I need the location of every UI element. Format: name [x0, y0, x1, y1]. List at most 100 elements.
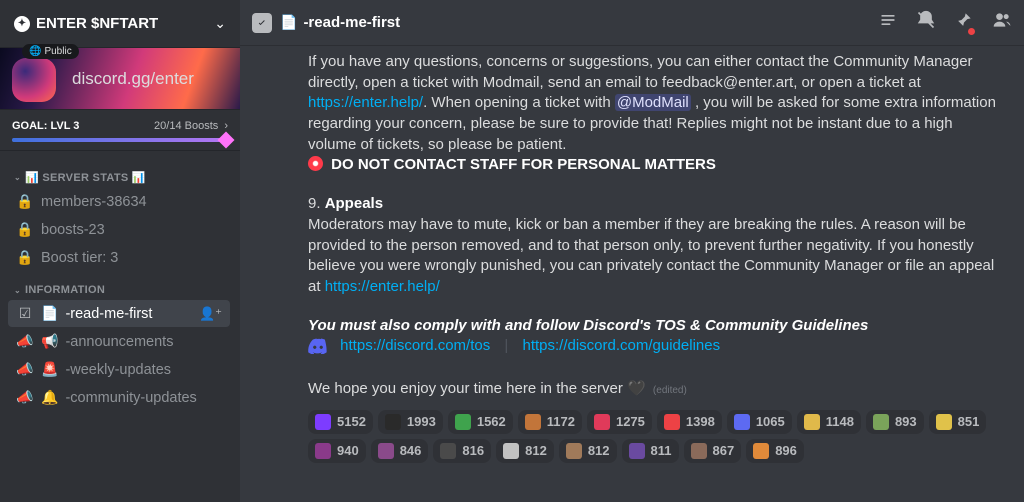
reaction-pill[interactable]: 940	[308, 439, 366, 463]
reaction-pill[interactable]: 812	[496, 439, 554, 463]
modmail-mention[interactable]: @ModMail	[615, 94, 691, 111]
closing-text: We hope you enjoy your time here in the …	[308, 380, 627, 397]
reaction-emoji-icon	[315, 414, 331, 430]
reaction-emoji-icon	[594, 414, 610, 430]
reaction-emoji-icon	[734, 414, 750, 430]
no-contact-warning: DO NOT CONTACT STAFF FOR PERSONAL MATTER…	[331, 156, 716, 173]
category-information[interactable]: ⌄ INFORMATION	[0, 272, 236, 299]
reaction-emoji-icon	[525, 414, 541, 430]
megaphone-icon: 📣	[16, 389, 34, 406]
member-list-icon[interactable]	[992, 10, 1012, 35]
reaction-emoji-icon	[385, 414, 401, 430]
channel-topbar: 📄 -read-me-first	[240, 0, 1024, 46]
reaction-count: 1398	[686, 413, 715, 431]
server-sidebar: ✦ ENTER $NFTART ⌄ 🌐 Public discord.gg/en…	[0, 0, 240, 502]
lock-icon: 🔒	[16, 249, 34, 266]
server-header[interactable]: ✦ ENTER $NFTART ⌄	[0, 0, 240, 48]
channel-weekly-updates[interactable]: 📣 🚨 -weekly-updates	[8, 356, 230, 383]
reaction-pill[interactable]: 5152	[308, 410, 373, 434]
reaction-count: 1065	[756, 413, 785, 431]
collapse-arrow-icon: ⌄	[14, 173, 21, 182]
reaction-pill[interactable]: 1172	[518, 410, 582, 434]
reaction-pill[interactable]: 867	[684, 439, 742, 463]
boost-goal[interactable]: GOAL: LVL 3 20/14 Boosts ›	[0, 110, 240, 151]
announce-emoji-icon: 📢	[41, 333, 58, 350]
message-content: If you have any questions, concerns or s…	[240, 46, 1024, 502]
reaction-count: 940	[337, 442, 359, 460]
reaction-count: 811	[651, 442, 672, 460]
channel-list: ⌄ 📊 SERVER STATS 📊 🔒 members-38634 🔒 boo…	[0, 151, 240, 502]
help-link[interactable]: https://enter.help/	[308, 94, 423, 111]
chevron-down-icon: ⌄	[214, 15, 226, 32]
reaction-pill[interactable]: 1148	[797, 410, 861, 434]
threads-icon[interactable]	[878, 10, 898, 35]
channel-boost-tier[interactable]: 🔒 Boost tier: 3	[8, 244, 230, 271]
reaction-count: 851	[958, 413, 980, 431]
reaction-pill[interactable]: 851	[929, 410, 987, 434]
reaction-count: 867	[713, 442, 735, 460]
reaction-count: 1993	[407, 413, 436, 431]
category-server-stats[interactable]: ⌄ 📊 SERVER STATS 📊	[0, 159, 236, 187]
channel-boosts[interactable]: 🔒 boosts-23	[8, 216, 230, 243]
bell-emoji-icon: 🔔	[41, 389, 58, 406]
reaction-count: 812	[525, 442, 547, 460]
rules-channel-icon	[252, 13, 272, 33]
reaction-emoji-icon	[629, 443, 645, 459]
reaction-pill[interactable]: 1065	[727, 410, 792, 434]
lock-icon: 🔒	[16, 193, 34, 210]
pinned-messages-icon[interactable]	[954, 10, 974, 35]
reaction-emoji-icon	[503, 443, 519, 459]
separator: |	[504, 337, 508, 354]
boost-diamond-icon	[218, 132, 235, 149]
megaphone-icon: 📣	[16, 361, 34, 378]
invite-url: discord.gg/enter	[72, 69, 194, 89]
reaction-pill[interactable]: 893	[866, 410, 924, 434]
reaction-pill[interactable]: 812	[559, 439, 617, 463]
collapse-arrow-icon: ⌄	[14, 286, 21, 295]
tos-link[interactable]: https://discord.com/tos	[340, 337, 490, 354]
notifications-muted-icon[interactable]	[916, 10, 936, 35]
reaction-count: 1562	[477, 413, 506, 431]
add-user-icon[interactable]: 👤⁺	[199, 306, 222, 322]
reaction-count: 896	[775, 442, 797, 460]
public-pill: 🌐 Public	[22, 44, 79, 59]
partner-badge-icon: ✦	[14, 16, 30, 32]
reaction-emoji-icon	[753, 443, 769, 459]
reaction-emoji-icon	[315, 443, 331, 459]
reaction-count: 1275	[616, 413, 645, 431]
guidelines-link[interactable]: https://discord.com/guidelines	[522, 337, 720, 354]
reaction-pill[interactable]: 846	[371, 439, 429, 463]
channel-announcements[interactable]: 📣 📢 -announcements	[8, 328, 230, 355]
reaction-pill[interactable]: 811	[622, 439, 679, 463]
reaction-pill[interactable]: 816	[433, 439, 491, 463]
reaction-count: 1172	[547, 413, 575, 431]
reaction-count: 816	[462, 442, 484, 460]
reaction-emoji-icon	[804, 414, 820, 430]
reaction-pill[interactable]: 896	[746, 439, 804, 463]
siren-emoji-icon: 🚨	[41, 361, 58, 378]
megaphone-icon: 📣	[16, 333, 34, 350]
reaction-count: 1148	[826, 413, 854, 431]
reactions-bar: 5152 1993 1562 1172 1275 1398 1065 1148 893 851 94…	[308, 410, 1004, 463]
channel-members[interactable]: 🔒 members-38634	[8, 188, 230, 215]
reaction-pill[interactable]: 1993	[378, 410, 443, 434]
goal-boosts: 20/14 Boosts	[154, 120, 218, 132]
channel-community-updates[interactable]: 📣 🔔 -community-updates	[8, 384, 230, 411]
reaction-emoji-icon	[455, 414, 471, 430]
discord-logo-icon	[308, 338, 328, 361]
lock-icon: 🔒	[16, 221, 34, 238]
goal-label: GOAL: LVL 3	[12, 120, 79, 132]
reaction-pill[interactable]: 1275	[587, 410, 652, 434]
channel-title-label: -read-me-first	[303, 14, 400, 31]
reaction-emoji-icon	[873, 414, 889, 430]
reaction-pill[interactable]: 1398	[657, 410, 722, 434]
edited-label: (edited)	[653, 385, 687, 396]
reaction-pill[interactable]: 1562	[448, 410, 513, 434]
reaction-emoji-icon	[440, 443, 456, 459]
server-name-label: ENTER $NFTART	[36, 15, 158, 32]
appeals-link[interactable]: https://enter.help/	[325, 278, 440, 295]
reaction-count: 5152	[337, 413, 366, 431]
contact-text: If you have any questions, concerns or s…	[308, 53, 973, 91]
page-emoji-icon: 📄	[280, 14, 297, 31]
channel-read-me-first[interactable]: ☑ 📄 -read-me-first 👤⁺	[8, 300, 230, 327]
